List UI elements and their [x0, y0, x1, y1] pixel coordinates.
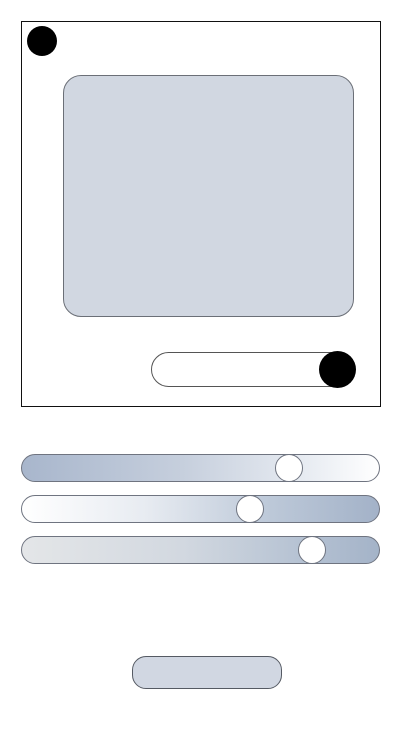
- slider-3[interactable]: [21, 536, 380, 564]
- screen: [0, 0, 414, 736]
- slider-1-thumb[interactable]: [275, 454, 304, 482]
- slider-1[interactable]: [21, 454, 380, 482]
- preview-panel: [63, 75, 354, 317]
- status-dot[interactable]: [27, 26, 57, 56]
- slider-3-thumb[interactable]: [298, 536, 327, 564]
- toggle-switch[interactable]: [151, 351, 356, 388]
- slider-2[interactable]: [21, 495, 380, 523]
- main-card: [21, 21, 381, 407]
- slider-2-thumb[interactable]: [235, 495, 264, 523]
- action-button[interactable]: [132, 656, 282, 689]
- toggle-knob[interactable]: [319, 351, 356, 388]
